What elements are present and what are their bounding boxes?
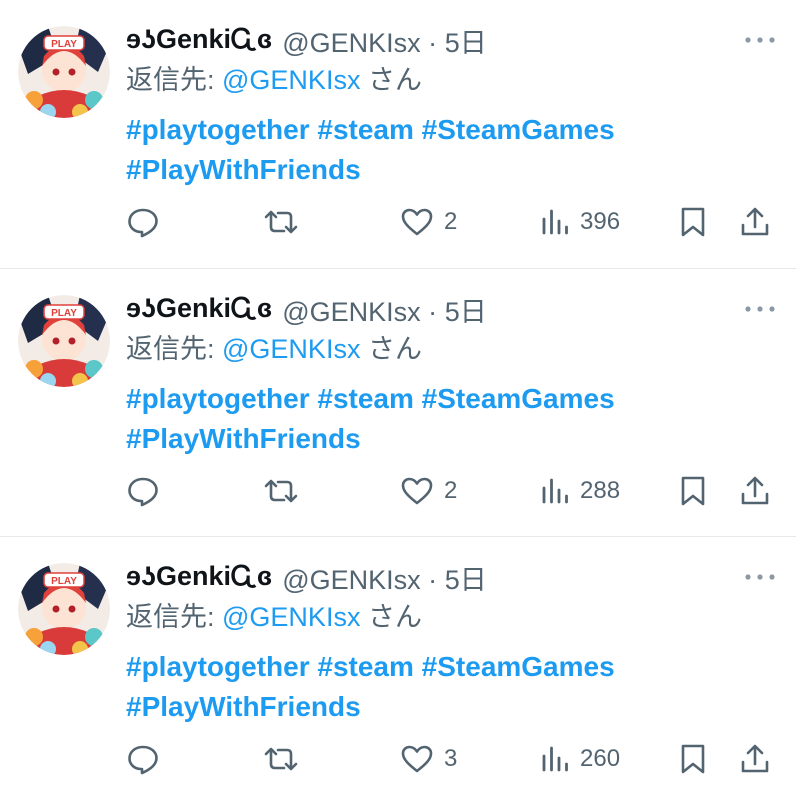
- avatar-badge-text: PLAY: [51, 576, 77, 587]
- like-count: 3: [444, 745, 458, 772]
- hashtags-line-2[interactable]: #PlayWithFriends: [126, 687, 776, 727]
- tweet[interactable]: PLAY ɘʖGenkiᏩɞ @GENKIsx · 5日 返信先: @GENKI…: [0, 536, 796, 804]
- timestamp: 5日: [444, 27, 487, 58]
- heart-icon: [401, 745, 433, 773]
- retweet-icon: [264, 479, 298, 503]
- tweet-content: ɘʖGenkiᏩɞ @GENKIsx · 5日 返信先: @GENKIsx さん…: [126, 289, 776, 507]
- like-count: 2: [444, 477, 458, 504]
- retweet-icon: [264, 747, 298, 771]
- like-count: 2: [444, 208, 458, 235]
- avatar[interactable]: PLAY: [18, 295, 110, 387]
- bookmark-icon: [681, 476, 705, 506]
- tweet-actions: 2 396: [126, 202, 776, 242]
- bookmark-button[interactable]: [678, 471, 708, 511]
- timestamp: 5日: [444, 296, 487, 327]
- tweet-content: ɘʖGenkiᏩɞ @GENKIsx · 5日 返信先: @GENKIsx さん…: [126, 20, 776, 238]
- bookmark-button[interactable]: [678, 739, 708, 779]
- tweet-text: #playtogether #steam #SteamGames #PlayWi…: [126, 647, 776, 727]
- display-name[interactable]: ɘʖGenkiᏩɞ: [126, 561, 272, 593]
- retweet-button[interactable]: [262, 471, 300, 511]
- reply-mention-link[interactable]: @GENKIsx: [222, 65, 360, 95]
- user-handle[interactable]: @GENKIsx · 5日: [282, 558, 487, 597]
- reply-icon: [128, 745, 158, 775]
- avatar-badge-text: PLAY: [51, 308, 77, 319]
- views-count: 396: [580, 208, 621, 235]
- user-handle[interactable]: @GENKIsx · 5日: [282, 290, 487, 329]
- share-button[interactable]: [738, 739, 772, 779]
- tweet-text: #playtogether #steam #SteamGames #PlayWi…: [126, 379, 776, 459]
- reply-mention-link[interactable]: @GENKIsx: [222, 334, 360, 364]
- hashtags-line-2[interactable]: #PlayWithFriends: [126, 150, 776, 190]
- tweet[interactable]: PLAY ɘʖGenkiᏩɞ @GENKIsx · 5日 返信先: @GENKI…: [0, 268, 796, 536]
- views-button[interactable]: 396: [540, 202, 620, 242]
- like-button[interactable]: 3: [400, 739, 457, 779]
- tweet-content: ɘʖGenkiᏩɞ @GENKIsx · 5日 返信先: @GENKIsx さん…: [126, 557, 776, 775]
- more-dots-icon[interactable]: [744, 569, 776, 585]
- reply-icon: [128, 208, 158, 238]
- more-dots-icon[interactable]: [744, 32, 776, 48]
- user-handle[interactable]: @GENKIsx · 5日: [282, 21, 487, 60]
- display-name[interactable]: ɘʖGenkiᏩɞ: [126, 293, 272, 325]
- tweet-text: #playtogether #steam #SteamGames #PlayWi…: [126, 110, 776, 190]
- heart-icon: [401, 477, 433, 505]
- bookmark-icon: [681, 744, 705, 774]
- heart-icon: [401, 208, 433, 236]
- share-icon: [741, 744, 769, 773]
- tweet[interactable]: PLAY ɘʖGenkiᏩɞ @GENKIsx · 5日 返信先: @GENKI…: [0, 0, 796, 268]
- replying-to: 返信先: @GENKIsx さん: [126, 65, 422, 95]
- replying-to: 返信先: @GENKIsx さん: [126, 602, 422, 632]
- avatar-badge-text: PLAY: [51, 39, 77, 50]
- views-count: 260: [580, 745, 621, 772]
- replying-to: 返信先: @GENKIsx さん: [126, 334, 422, 364]
- avatar[interactable]: PLAY: [18, 26, 110, 118]
- tweet-header: ɘʖGenkiᏩɞ @GENKIsx · 5日: [126, 289, 776, 329]
- reply-mention-link[interactable]: @GENKIsx: [222, 602, 360, 632]
- share-button[interactable]: [738, 471, 772, 511]
- views-button[interactable]: 288: [540, 471, 620, 511]
- hashtags-line-1[interactable]: #playtogether #steam #SteamGames: [126, 110, 776, 150]
- retweet-button[interactable]: [262, 202, 300, 242]
- hashtags-line-1[interactable]: #playtogether #steam #SteamGames: [126, 379, 776, 419]
- reply-icon: [128, 477, 158, 507]
- share-icon: [741, 207, 769, 236]
- bookmark-icon: [681, 207, 705, 237]
- hashtags-line-2[interactable]: #PlayWithFriends: [126, 419, 776, 459]
- like-button[interactable]: 2: [400, 471, 457, 511]
- views-count: 288: [580, 477, 621, 504]
- tweet-actions: 2 288: [126, 471, 776, 511]
- views-chart-icon: [542, 209, 568, 235]
- views-chart-icon: [542, 478, 568, 504]
- tweet-header: ɘʖGenkiᏩɞ @GENKIsx · 5日: [126, 20, 776, 60]
- retweet-button[interactable]: [262, 739, 300, 779]
- reply-button[interactable]: [126, 471, 160, 511]
- timestamp: 5日: [444, 564, 487, 595]
- share-icon: [741, 476, 769, 505]
- tweet-header: ɘʖGenkiᏩɞ @GENKIsx · 5日: [126, 557, 776, 597]
- reply-button[interactable]: [126, 739, 160, 779]
- share-button[interactable]: [738, 202, 772, 242]
- avatar[interactable]: PLAY: [18, 563, 110, 655]
- bookmark-button[interactable]: [678, 202, 708, 242]
- hashtags-line-1[interactable]: #playtogether #steam #SteamGames: [126, 647, 776, 687]
- tweet-actions: 3 260: [126, 739, 776, 779]
- reply-button[interactable]: [126, 202, 160, 242]
- views-chart-icon: [542, 746, 568, 772]
- more-dots-icon[interactable]: [744, 301, 776, 317]
- retweet-icon: [264, 210, 298, 234]
- tweet-feed: PLAY ɘʖGenkiᏩɞ @GENKIsx · 5日 返信先: @GENKI…: [0, 0, 796, 804]
- display-name[interactable]: ɘʖGenkiᏩɞ: [126, 24, 272, 56]
- views-button[interactable]: 260: [540, 739, 620, 779]
- like-button[interactable]: 2: [400, 202, 457, 242]
